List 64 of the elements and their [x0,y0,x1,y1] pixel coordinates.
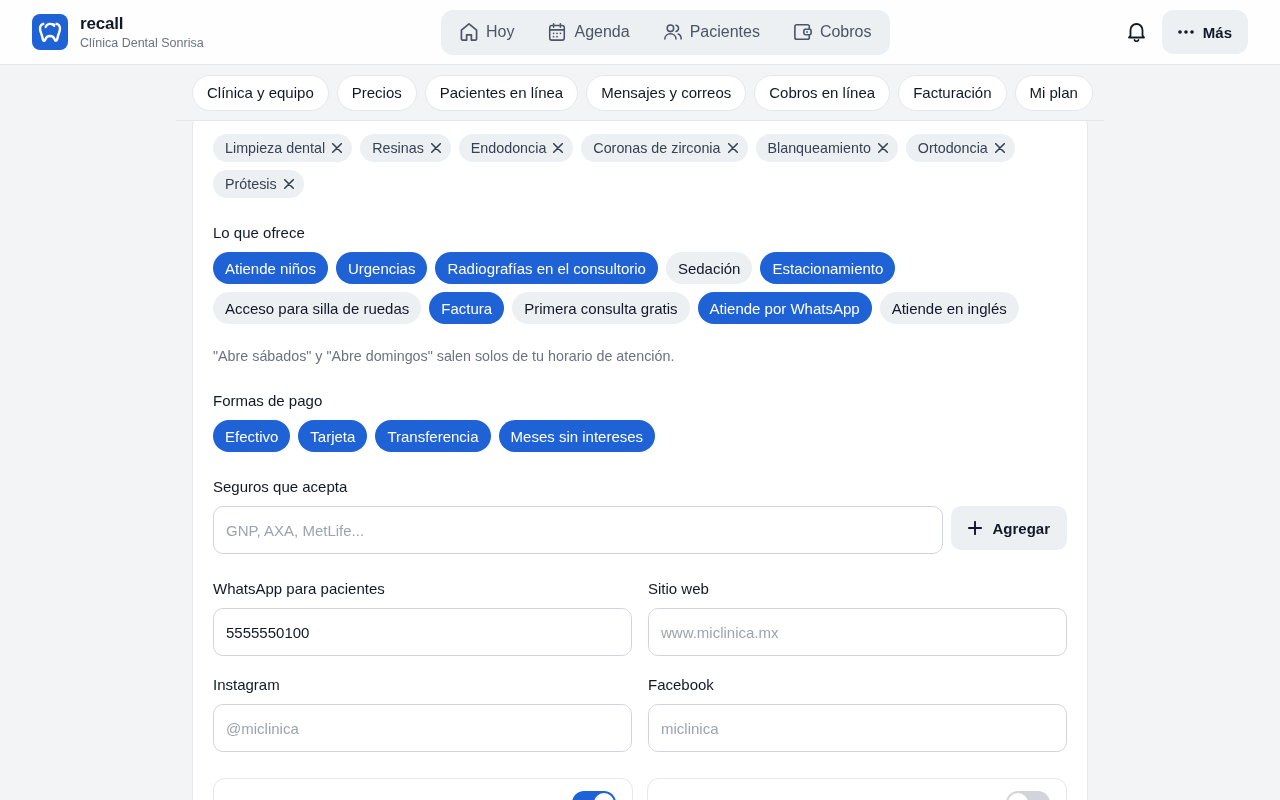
field-label: Instagram [213,676,281,694]
app-name: recall [80,13,125,34]
option-chip[interactable]: Radiografías en el consultorio [435,252,658,284]
tag-label: Ortodoncia [917,140,988,156]
input-field[interactable]: miclinica [648,704,1067,752]
option-chip[interactable]: Primera consulta gratis [512,292,690,324]
tag-label: Endodoncia [470,140,547,156]
option-chip[interactable]: Atiende por WhatsApp [697,292,872,324]
tag-label: Limpieza dental [225,140,326,156]
wallet-icon [793,23,812,41]
nav-item[interactable]: Hoy [443,13,532,51]
nav-item[interactable]: Agenda [531,13,647,51]
nav-item[interactable]: Cobros [776,13,889,51]
field-label: Sitio web [648,580,710,598]
nav-item[interactable]: Pacientes [646,13,777,51]
option-chip[interactable]: Atiende niños [213,252,328,284]
input-field[interactable]: @miclinica [213,704,632,752]
field-label: Seguros que acepta [213,478,349,496]
section-tab[interactable]: Mi plan [1014,74,1093,111]
calendar-icon [548,23,567,41]
tag-label: Blanqueamiento [767,140,871,156]
section-tab[interactable]: Mensajes y correos [586,74,747,111]
option-chip[interactable]: Acceso para silla de ruedas [213,292,422,324]
bell-icon[interactable] [1127,22,1145,42]
option-chip[interactable]: Sedación [665,252,753,284]
input-field[interactable]: www.miclinica.mx [648,608,1067,656]
close-icon[interactable] [727,143,738,153]
close-icon[interactable] [994,143,1005,153]
option-chip[interactable]: Atiende en inglés [879,292,1019,324]
home-icon [460,23,478,41]
field-label: Lo que ofrece [213,224,306,242]
option-chip[interactable]: Estacionamiento [760,252,896,284]
tag-label: Prótesis [225,176,277,192]
close-icon[interactable] [877,143,888,153]
section-tab[interactable]: Facturación [898,74,1007,111]
field-label: Facebook [648,676,715,694]
section-tab[interactable]: Cobros en línea [754,74,891,111]
users-icon [663,23,682,41]
close-icon[interactable] [283,179,294,189]
tag-label: Coronas de zirconia [593,140,721,156]
field-label: WhatsApp para pacientes [213,580,386,598]
close-icon[interactable] [332,143,343,153]
more-button[interactable]: Más [1161,10,1248,54]
section-tab[interactable]: Clínica y equipo [192,74,329,111]
plus-icon [968,521,983,535]
option-chip[interactable]: Transferencia [375,420,491,452]
tooth-icon [32,14,68,50]
close-icon[interactable] [553,143,564,153]
option-chip[interactable]: Factura [429,292,505,324]
tag-label: Resinas [372,140,424,156]
input-field[interactable]: 5555550100 [213,608,632,656]
section-tab[interactable]: Pacientes en línea [424,74,579,111]
field-label: Formas de pago [213,392,324,410]
option-chip[interactable]: Efectivo [213,420,291,452]
clinic-name: Clínica Dental Sonrisa [80,35,204,51]
more-icon [1177,30,1194,34]
option-chip[interactable]: Urgencias [335,252,428,284]
hint-text: "Abre sábados" y "Abre domingos" salen solos de tu horario de atención. [213,347,676,366]
input-field[interactable]: GNP, AXA, MetLife... [213,506,944,554]
option-chip[interactable]: Tarjeta [298,420,368,452]
close-icon[interactable] [430,143,441,153]
option-chip[interactable]: Meses sin intereses [498,420,656,452]
add-button[interactable]: Agregar [951,506,1067,550]
section-tab[interactable]: Precios [336,74,417,111]
